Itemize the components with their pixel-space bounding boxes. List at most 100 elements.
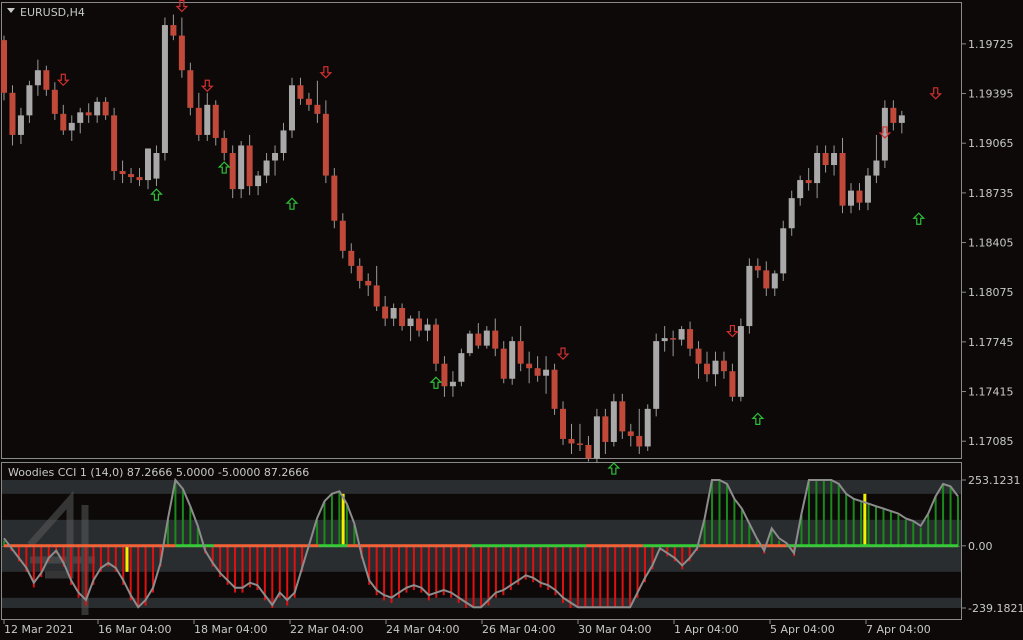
- candle: [873, 160, 880, 176]
- time-tick-label: 5 Apr 04:00: [770, 623, 835, 636]
- candle: [729, 371, 736, 397]
- candle: [34, 70, 41, 86]
- price-tick-label: 1.17415: [968, 386, 1014, 399]
- price-tick-label: 1.17085: [968, 435, 1014, 448]
- buy-arrow-icon: [150, 188, 163, 201]
- candle: [212, 104, 219, 138]
- sell-arrow-icon: [929, 87, 943, 100]
- candle: [204, 104, 211, 135]
- candle: [17, 115, 24, 135]
- candle: [77, 112, 84, 123]
- candle: [763, 270, 770, 289]
- time-tick-label: 12 Mar 2021: [4, 623, 74, 636]
- candle: [831, 152, 838, 166]
- candle: [534, 368, 541, 376]
- candle: [695, 348, 702, 364]
- candle: [576, 443, 583, 445]
- candle: [187, 70, 194, 108]
- candle: [492, 330, 499, 349]
- candle: [161, 25, 168, 153]
- candle: [704, 363, 711, 375]
- price-tick-label: 1.17745: [968, 336, 1014, 349]
- candle: [195, 107, 202, 135]
- candle: [610, 401, 617, 442]
- price-axis: 1.19725 1.19395 1.19065 1.18735 1.18405 1.180…: [961, 38, 1014, 448]
- candle: [661, 338, 668, 342]
- candle: [26, 85, 33, 116]
- candle: [373, 285, 380, 307]
- candle: [68, 122, 75, 131]
- time-tick-label: 16 Mar 04:00: [98, 623, 171, 636]
- candles-layer: [1, 14, 905, 464]
- price-tick-label: 1.18075: [968, 286, 1014, 299]
- candle: [390, 308, 397, 319]
- buy-arrow-icon: [217, 161, 231, 174]
- candle: [780, 228, 787, 274]
- candle: [331, 175, 338, 221]
- candle: [881, 107, 888, 161]
- buy-arrow-icon: [751, 412, 765, 425]
- candle: [416, 318, 423, 331]
- candle: [119, 171, 126, 175]
- candle: [560, 408, 567, 439]
- candle: [890, 107, 897, 123]
- time-tick-label: 30 Mar 04:00: [578, 623, 651, 636]
- time-tick-label: 26 Mar 04:00: [482, 623, 555, 636]
- candle: [246, 145, 253, 187]
- indicator-tick-label: -239.1821: [968, 602, 1023, 615]
- candle: [517, 341, 524, 364]
- buy-arrow-icon: [429, 376, 443, 389]
- candle: [255, 175, 262, 187]
- candle: [9, 92, 16, 135]
- chart-window[interactable]: 1.19725 1.19395 1.19065 1.18735 1.18405 1.180…: [0, 0, 1023, 640]
- candle: [805, 180, 812, 184]
- time-tick-label: 22 Mar 04:00: [290, 623, 363, 636]
- candle: [60, 113, 67, 131]
- candle: [280, 130, 287, 153]
- candle: [898, 115, 905, 123]
- candle: [670, 338, 677, 340]
- candle: [466, 333, 473, 354]
- sell-arrow-icon: [319, 66, 333, 79]
- candle: [238, 145, 245, 190]
- candle: [348, 250, 355, 266]
- candle: [399, 308, 406, 327]
- chart-menu-triangle-icon[interactable]: [7, 8, 15, 13]
- candle: [636, 435, 643, 447]
- candle: [483, 330, 490, 346]
- candle: [314, 104, 321, 114]
- candle: [746, 265, 753, 327]
- sell-arrow-icon: [200, 79, 214, 93]
- candle: [339, 220, 346, 251]
- candle: [585, 444, 592, 459]
- candle: [458, 353, 465, 382]
- price-tick-label: 1.18405: [968, 237, 1014, 250]
- candle: [543, 369, 550, 376]
- candle: [720, 360, 727, 372]
- candle: [839, 152, 846, 206]
- candle: [814, 152, 821, 184]
- candle: [305, 98, 312, 105]
- price-tick-label: 1.18735: [968, 187, 1014, 200]
- indicator-axis: 253.1231 0.00 -239.1821: [961, 474, 1023, 615]
- price-tick-label: 1.19725: [968, 38, 1014, 51]
- candle: [43, 70, 50, 90]
- candle: [822, 152, 829, 166]
- candle: [797, 180, 804, 199]
- candle: [144, 148, 151, 181]
- sell-arrow-icon: [556, 347, 570, 361]
- candle: [263, 160, 270, 176]
- candle: [356, 265, 363, 281]
- candle: [102, 101, 109, 116]
- indicator-tick-label: 253.1231: [968, 474, 1021, 487]
- price-pane[interactable]: [1, 2, 962, 459]
- candle: [365, 280, 372, 286]
- buy-arrow-icon: [285, 197, 299, 210]
- candle: [221, 137, 228, 153]
- candle: [432, 324, 439, 364]
- time-tick-label: 1 Apr 04:00: [674, 623, 739, 636]
- candle: [712, 360, 719, 375]
- candle: [526, 363, 533, 369]
- symbol-title: EURUSD,H4: [20, 6, 85, 19]
- candle: [51, 89, 58, 114]
